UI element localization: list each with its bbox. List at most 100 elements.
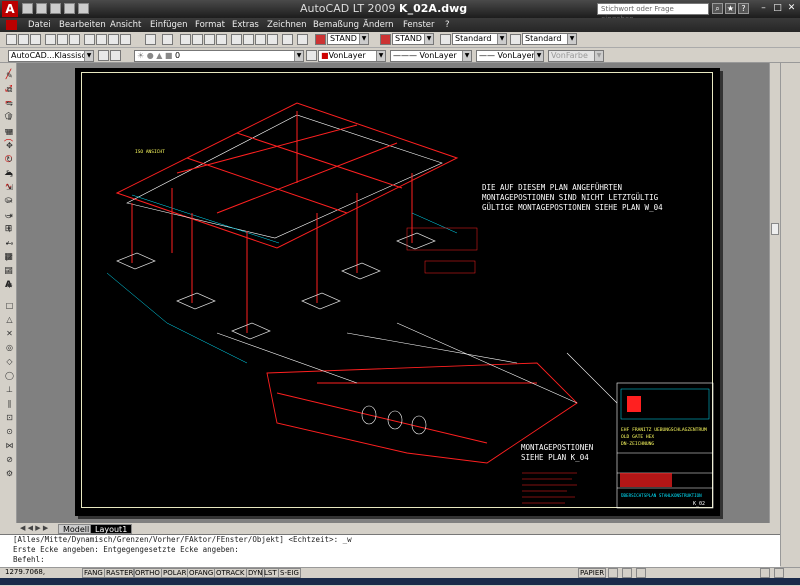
toggle-s-eig[interactable]: S-EIG bbox=[278, 568, 301, 578]
tab-layout1[interactable]: Layout1 bbox=[90, 524, 133, 534]
tab-model[interactable]: Modell bbox=[58, 524, 95, 534]
menu-fenster[interactable]: Fenster bbox=[403, 19, 435, 31]
copy-object-icon[interactable]: ⧉ bbox=[4, 84, 15, 95]
fillet-icon[interactable]: ◜ bbox=[4, 266, 15, 277]
minimize-icon[interactable]: – bbox=[757, 2, 770, 14]
osnap-perpendicular-icon[interactable]: ⊥ bbox=[4, 384, 15, 395]
publish-icon[interactable] bbox=[69, 34, 80, 45]
pan-status-icon[interactable] bbox=[636, 568, 646, 578]
osnap-quadrant-icon[interactable]: ◇ bbox=[4, 356, 15, 367]
properties-icon[interactable] bbox=[231, 34, 242, 45]
workspace-settings-icon[interactable] bbox=[98, 50, 109, 61]
menu-zeichnen[interactable]: Zeichnen bbox=[267, 19, 306, 31]
vertical-scrollbar[interactable] bbox=[769, 63, 780, 523]
command-prompt[interactable]: Befehl: bbox=[13, 555, 780, 565]
zoom-realtime-icon[interactable] bbox=[192, 34, 203, 45]
rotate-icon[interactable]: ↻ bbox=[4, 154, 15, 165]
osnap-insert-icon[interactable]: ⊡ bbox=[4, 412, 15, 423]
save-icon[interactable] bbox=[50, 3, 61, 14]
lineweight-select[interactable]: —— VonLayer ▼ bbox=[476, 50, 544, 62]
stretch-icon[interactable]: ⇲ bbox=[4, 182, 15, 193]
osnap-endpoint-icon[interactable]: □ bbox=[4, 300, 15, 311]
menu-bemassung[interactable]: Bemaßung bbox=[313, 19, 359, 31]
close-icon[interactable]: ✕ bbox=[785, 2, 798, 14]
menu-format[interactable]: Format bbox=[195, 19, 225, 31]
save-toolbar-icon[interactable] bbox=[30, 34, 41, 45]
osnap-tangent-icon[interactable]: ◯ bbox=[4, 370, 15, 381]
toggle-raster[interactable]: RASTER bbox=[104, 568, 136, 578]
mirror-icon[interactable]: ⇋ bbox=[4, 98, 15, 109]
calculator-icon[interactable] bbox=[282, 34, 293, 45]
osnap-parallel-icon[interactable]: ∥ bbox=[4, 398, 15, 409]
layer-properties-icon[interactable] bbox=[110, 50, 121, 61]
menu-einfuegen[interactable]: Einfügen bbox=[150, 19, 188, 31]
redo-toolbar-icon[interactable] bbox=[162, 34, 173, 45]
coordinate-readout[interactable]: 1279.7068, 586.4017 bbox=[4, 568, 80, 585]
explode-icon[interactable]: ✸ bbox=[4, 280, 15, 291]
menu-ansicht[interactable]: Ansicht bbox=[110, 19, 141, 31]
open-file-icon[interactable] bbox=[36, 3, 47, 14]
plotstyle-select[interactable]: VonFarbe ▼ bbox=[548, 50, 604, 62]
qnew-icon[interactable] bbox=[6, 34, 17, 45]
undo-toolbar-icon[interactable] bbox=[145, 34, 156, 45]
command-window[interactable]: [Alles/Mitte/Dynamisch/Grenzen/Vorher/FA… bbox=[0, 534, 780, 567]
osnap-node-icon[interactable]: ⊙ bbox=[4, 426, 15, 437]
osnap-nearest-icon[interactable]: ⋈ bbox=[4, 440, 15, 451]
zoom-status-icon[interactable] bbox=[622, 568, 632, 578]
break-icon[interactable]: ⌇ bbox=[4, 224, 15, 235]
toggle-polar[interactable]: POLAR bbox=[161, 568, 189, 578]
tray-settings-icon[interactable] bbox=[760, 568, 770, 578]
clean-screen-icon[interactable] bbox=[774, 568, 784, 578]
maximize-icon[interactable]: □ bbox=[771, 2, 784, 14]
undo-icon[interactable] bbox=[64, 3, 75, 14]
toggle-ofang[interactable]: OFANG bbox=[187, 568, 216, 578]
help-search-input[interactable]: Stichwort oder Frage eingeben bbox=[597, 3, 709, 23]
chamfer-icon[interactable]: ◸ bbox=[4, 252, 15, 263]
markup-icon[interactable] bbox=[267, 34, 278, 45]
open-icon[interactable] bbox=[18, 34, 29, 45]
extend-icon[interactable]: ⇥ bbox=[4, 210, 15, 221]
preview-icon[interactable] bbox=[57, 34, 68, 45]
osnap-intersection-icon[interactable]: ✕ bbox=[4, 328, 15, 339]
zoom-window-icon[interactable] bbox=[204, 34, 215, 45]
plot-icon[interactable] bbox=[45, 34, 56, 45]
menu-extras[interactable]: Extras bbox=[232, 19, 259, 31]
move-icon[interactable]: ✥ bbox=[4, 140, 15, 151]
tool-palettes-icon[interactable] bbox=[255, 34, 266, 45]
dim-style-select[interactable]: STAND ▼ bbox=[392, 33, 434, 45]
osnap-none-icon[interactable]: ⊘ bbox=[4, 454, 15, 465]
copy-icon[interactable] bbox=[96, 34, 107, 45]
color-select[interactable]: ■VonLayer ▼ bbox=[318, 50, 386, 62]
scroll-thumb[interactable] bbox=[771, 223, 779, 235]
help-icon[interactable]: ? bbox=[738, 3, 749, 14]
text-style-select[interactable]: STAND ▼ bbox=[327, 33, 369, 45]
toggle-otrack[interactable]: OTRACK bbox=[214, 568, 247, 578]
table-style-select[interactable]: Standard ▼ bbox=[452, 33, 507, 45]
linetype-select[interactable]: ——— VonLayer ▼ bbox=[390, 50, 472, 62]
toggle-fang[interactable]: FANG bbox=[82, 568, 105, 578]
osnap-center-icon[interactable]: ◎ bbox=[4, 342, 15, 353]
document-icon[interactable] bbox=[6, 20, 17, 30]
paper-toggle[interactable]: PAPIER bbox=[578, 568, 607, 578]
make-layer-current-icon[interactable] bbox=[306, 50, 317, 61]
mleader-style-select[interactable]: Standard ▼ bbox=[522, 33, 577, 45]
join-icon[interactable]: ⊷ bbox=[4, 238, 15, 249]
help-toolbar-icon[interactable] bbox=[297, 34, 308, 45]
osnap-midpoint-icon[interactable]: △ bbox=[4, 314, 15, 325]
maximize-viewport-icon[interactable] bbox=[608, 568, 618, 578]
matchprop-icon[interactable] bbox=[120, 34, 131, 45]
tab-nav-arrows[interactable]: ◀ ◀ ▶ ▶ bbox=[20, 524, 48, 532]
drawing-canvas[interactable]: EHF FRANITZ UEBUNGSCHLAGZENTRUM OLD GATE… bbox=[17, 63, 769, 523]
workspace-select[interactable]: AutoCAD...Klassisc ▼ bbox=[8, 50, 94, 62]
redo-icon[interactable] bbox=[78, 3, 89, 14]
new-file-icon[interactable] bbox=[22, 3, 33, 14]
array-icon[interactable]: ▦ bbox=[4, 126, 15, 137]
offset-icon[interactable]: ⫴ bbox=[4, 112, 15, 123]
menu-datei[interactable]: Datei bbox=[28, 19, 51, 31]
erase-icon[interactable]: ✎ bbox=[4, 70, 15, 81]
toggle-ortho[interactable]: ORTHO bbox=[133, 568, 162, 578]
zoom-previous-icon[interactable] bbox=[216, 34, 227, 45]
pan-icon[interactable] bbox=[180, 34, 191, 45]
osnap-settings-icon[interactable]: ⚙ bbox=[4, 468, 15, 479]
autocad-logo-icon[interactable]: A bbox=[2, 1, 18, 17]
